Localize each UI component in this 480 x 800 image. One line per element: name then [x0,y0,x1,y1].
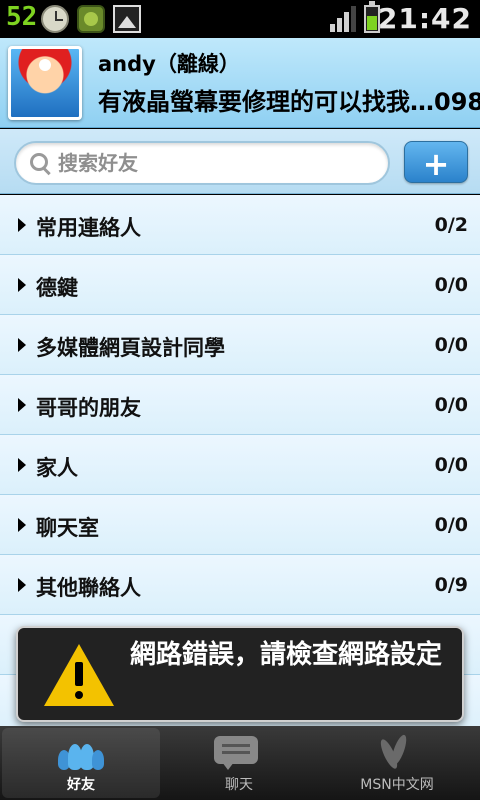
expand-arrow-icon[interactable] [18,338,26,352]
contact-group-row[interactable]: 常用連絡人 0/2 [0,195,480,255]
contact-group-row[interactable]: 聊天室 0/0 [0,495,480,555]
search-bar: + [0,129,480,194]
group-name: 家人 [36,456,78,480]
profile-name: andy（離線） [98,52,240,76]
contact-group-row[interactable]: 德鍵 0/0 [0,255,480,315]
status-bar: 52 21:42 [0,0,480,38]
add-friend-button[interactable]: + [404,141,468,183]
friends-icon [58,740,104,770]
group-online-count: 0/0 [434,514,468,536]
group-online-count: 0/0 [434,274,468,296]
group-name: 聊天室 [36,516,99,540]
tab-friends[interactable]: 好友 [2,728,160,798]
bottom-tab-bar: 好友 聊天 MSN中文网 [0,726,480,800]
search-input[interactable] [58,149,378,177]
expand-arrow-icon[interactable] [18,398,26,412]
expand-arrow-icon[interactable] [18,578,26,592]
status-time: 21:42 [377,2,472,35]
group-name: 哥哥的朋友 [36,396,141,420]
badge-icon [77,5,105,33]
chat-icon [214,736,258,770]
tab-label: 聊天 [225,777,253,793]
expand-arrow-icon[interactable] [18,518,26,532]
expand-arrow-icon[interactable] [18,218,26,232]
contact-group-row[interactable]: 其他聯絡人 0/9 [0,555,480,615]
group-online-count: 0/2 [434,214,468,236]
notification-count: 52 [6,2,38,32]
group-online-count: 0/0 [434,454,468,476]
group-online-count: 0/9 [434,574,468,596]
image-icon [113,5,141,33]
contact-group-row[interactable]: 多媒體網頁設計同學 0/0 [0,315,480,375]
error-toast: 網路錯誤，請檢查網路設定 [16,626,464,722]
tab-label: MSN中文网 [360,777,434,793]
warning-icon [44,644,114,706]
tab-label: 好友 [67,777,95,793]
expand-arrow-icon[interactable] [18,458,26,472]
expand-arrow-icon[interactable] [18,278,26,292]
signal-icon [330,6,358,32]
battery-level [367,16,377,30]
profile-status-message: 有液晶螢幕要修理的可以找我…098 [98,88,480,116]
group-name: 其他聯絡人 [36,576,141,600]
group-name: 德鍵 [36,276,78,300]
toast-message: 網路錯誤，請檢查網路設定 [130,640,443,670]
group-name: 多媒體網頁設計同學 [36,336,225,360]
profile-header[interactable]: andy（離線） 有液晶螢幕要修理的可以找我…098 [0,38,480,128]
msn-icon [377,733,410,771]
contact-group-row[interactable]: 家人 0/0 [0,435,480,495]
search-box[interactable] [14,141,390,185]
avatar[interactable] [8,46,82,120]
group-online-count: 0/0 [434,334,468,356]
plus-icon: + [422,145,450,183]
search-icon [30,153,50,173]
clock-icon [41,5,69,33]
group-online-count: 0/0 [434,394,468,416]
group-name: 常用連絡人 [36,216,141,240]
contact-group-row[interactable]: 哥哥的朋友 0/0 [0,375,480,435]
